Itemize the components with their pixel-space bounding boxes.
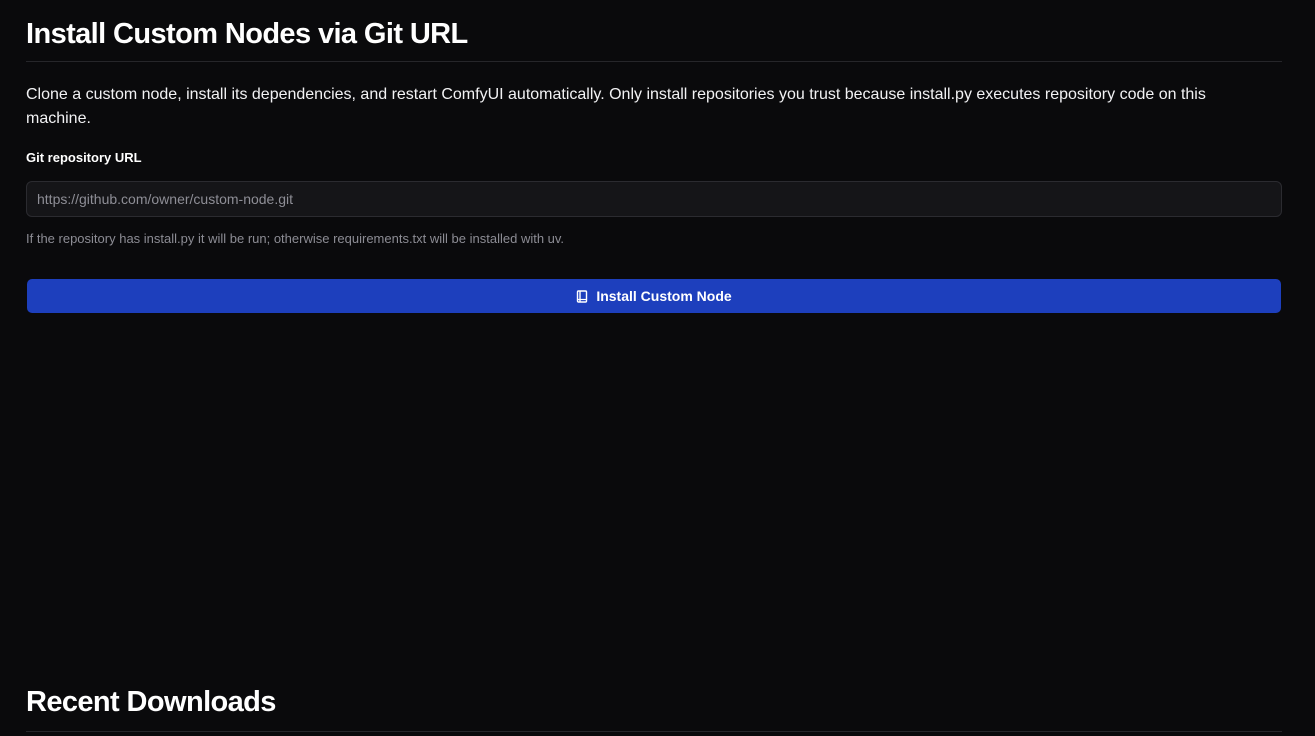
page: Install Custom Nodes via Git URL Clone a… <box>0 0 1315 736</box>
git-url-helper-text: If the repository has install.py it will… <box>26 231 565 246</box>
install-description: Clone a custom node, install its depende… <box>26 86 1206 127</box>
install-custom-nodes-section: Install Custom Nodes via Git URL Clone a… <box>26 0 1282 313</box>
git-url-label: Git repository URL <box>26 150 142 165</box>
install-custom-node-button[interactable]: Install Custom Node <box>27 279 1281 313</box>
install-button-label: Install Custom Node <box>596 288 732 304</box>
git-url-input[interactable] <box>26 181 1282 217</box>
page-title: Install Custom Nodes via Git URL <box>26 0 1282 62</box>
recent-downloads-title: Recent Downloads <box>26 670 1282 732</box>
book-icon <box>576 289 588 303</box>
recent-downloads-section: Recent Downloads <box>26 670 1282 732</box>
